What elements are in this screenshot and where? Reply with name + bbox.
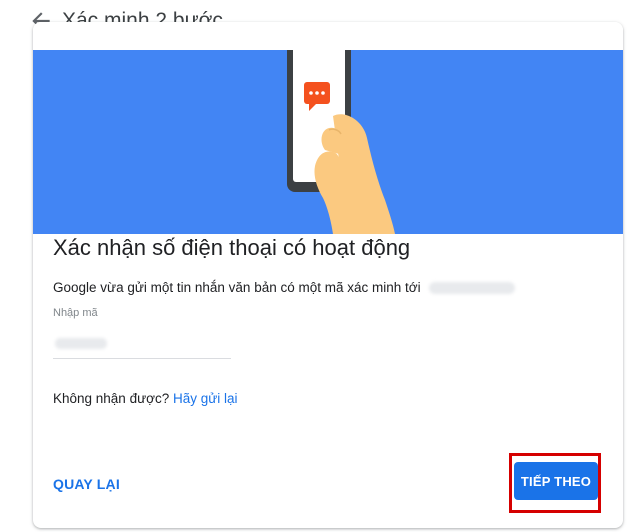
next-button[interactable]: TIẾP THEO: [514, 462, 598, 500]
verification-card: Xác nhận số điện thoại có hoạt động Goog…: [33, 22, 623, 528]
redacted-phone-number: [428, 282, 515, 295]
back-button[interactable]: QUAY LẠI: [53, 475, 120, 493]
code-field-label: Nhập mã: [53, 307, 98, 319]
resend-prompt: Không nhận được?: [53, 391, 170, 406]
card-top-spacer: [33, 22, 623, 50]
resend-link[interactable]: Hãy gửi lại: [173, 391, 238, 406]
phone-in-hand-illustration: [287, 50, 395, 234]
redacted-code-value: [55, 338, 107, 349]
verification-code-input[interactable]: [53, 330, 231, 359]
card-title: Xác nhận số điện thoại có hoạt động: [53, 235, 411, 260]
hand-shape: [314, 114, 395, 234]
hero-banner: [33, 50, 623, 234]
resend-row: Không nhận được? Hãy gửi lại: [53, 390, 238, 408]
sms-sent-description: Google vừa gửi một tin nhắn văn bản có m…: [53, 279, 515, 297]
description-text: Google vừa gửi một tin nhắn văn bản có m…: [53, 280, 421, 295]
